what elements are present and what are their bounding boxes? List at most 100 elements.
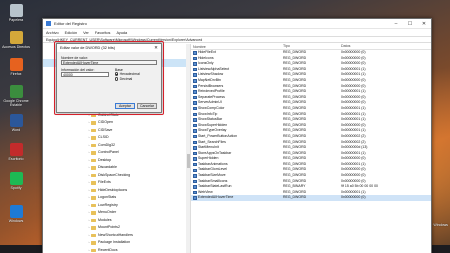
folder-icon: [91, 173, 96, 177]
reg-value-icon: [193, 118, 197, 122]
desktop-icon-label: Windows: [8, 219, 24, 223]
menu-bar: Archivo Edición Ver Favoritos Ayuda: [43, 29, 431, 36]
tree-item[interactable]: › MountPoints2: [43, 224, 190, 232]
desktop-icon-label: Spotify: [10, 186, 22, 190]
desktop-icon[interactable]: Spotify: [1, 172, 31, 190]
folder-icon: [91, 248, 96, 252]
tree-scroll-thumb[interactable]: [186, 154, 190, 168]
app-icon: [9, 85, 23, 98]
tree-item-label: DiskSpaceChecking: [98, 172, 131, 177]
tree-item-label: CLSID: [98, 135, 109, 139]
menu-item[interactable]: Ver: [83, 31, 89, 35]
folder-icon: [91, 128, 96, 132]
folder-icon: [91, 211, 96, 215]
app-icon: [9, 172, 23, 185]
tree-item[interactable]: › ComDlg32: [43, 142, 190, 150]
reg-value-icon: [193, 190, 197, 195]
folder-icon: [91, 158, 96, 162]
values-list: Nombre Tipo Datos HideFileExt REG_DWORD 0x…: [191, 44, 431, 253]
column-name[interactable]: Nombre: [191, 44, 283, 49]
tree-item-label: CIDOpen: [98, 120, 113, 124]
menu-item[interactable]: Ayuda: [116, 31, 127, 35]
folder-icon: [91, 136, 96, 140]
tree-item[interactable]: › Desktop: [43, 157, 190, 165]
reg-value-icon: [193, 51, 197, 55]
folder-icon: [91, 196, 96, 200]
folder-icon: [91, 166, 96, 170]
reg-value-icon: [193, 146, 197, 150]
column-type[interactable]: Tipo: [283, 44, 341, 49]
tree-item[interactable]: › LowRegistry: [43, 202, 190, 210]
regedit-icon: [46, 21, 51, 26]
close-icon[interactable]: ✕: [417, 19, 431, 29]
minimize-icon[interactable]: –: [389, 19, 403, 29]
desktop-icon-label: Firefox: [10, 72, 22, 76]
menu-item[interactable]: Favoritos: [95, 31, 111, 35]
reg-value-icon: [193, 185, 197, 189]
folder-icon: [91, 151, 96, 155]
reg-value-icon: [193, 123, 197, 128]
reg-value-icon: [193, 134, 197, 139]
tree-item[interactable]: › CLSID: [43, 134, 190, 142]
desktop-icon[interactable]: Papelera: [1, 4, 31, 22]
tree-item[interactable]: › CIDOpen: [43, 119, 190, 127]
tree-item[interactable]: › Discardable: [43, 164, 190, 172]
tree-item[interactable]: › CIDSave: [43, 127, 190, 135]
reg-value-icon: [193, 62, 197, 66]
reg-value-icon: [193, 162, 197, 167]
tree-item[interactable]: › Package Installation: [43, 239, 190, 247]
folder-icon: [91, 226, 96, 230]
maximize-icon[interactable]: ☐: [403, 19, 417, 29]
app-icon: [9, 143, 23, 156]
desktop-icon[interactable]: Firefox: [1, 58, 31, 76]
highlight-outline: [54, 41, 164, 115]
folder-icon: [91, 233, 96, 237]
window-titlebar: Editor del Registro – ☐ ✕: [43, 19, 431, 29]
app-icon: [9, 58, 23, 71]
app-icon: [9, 114, 23, 127]
tree-item[interactable]: › RecentDocs: [43, 247, 190, 253]
reg-value-icon: [193, 140, 197, 145]
tree-item-label: HideDesktopIcons: [98, 187, 128, 192]
tree-item[interactable]: › NewShortcutHandlers: [43, 232, 190, 240]
reg-value-icon: [193, 179, 197, 184]
tree-item-label: MountPoints2: [98, 225, 120, 229]
reg-value-icon: [193, 67, 197, 72]
value-row[interactable]: ExtendedUIHoverTime REG_DWORD 0x00000000 (…: [191, 195, 431, 202]
reg-value-icon: [193, 129, 197, 133]
desktop-icon[interactable]: Word: [1, 114, 31, 132]
reg-value-icon: [193, 112, 197, 117]
tree-item-label: LogonStats: [98, 195, 117, 199]
tree-item-label: Desktop: [98, 157, 112, 162]
tree-item[interactable]: › DiskSpaceChecking: [43, 172, 190, 180]
folder-icon: [91, 188, 96, 192]
reg-value-icon: [193, 196, 197, 200]
tree-item[interactable]: › LogonStats: [43, 194, 190, 202]
column-data[interactable]: Datos: [341, 44, 421, 49]
tree-item[interactable]: › HideDesktopIcons: [43, 187, 190, 195]
tree-item-label: Discardable: [98, 165, 117, 169]
folder-icon: [91, 181, 96, 185]
folder-icon: [91, 121, 96, 125]
folder-icon: [91, 218, 96, 222]
desktop-icon[interactable]: Accesos Directos: [1, 31, 31, 49]
menu-item[interactable]: Archivo: [46, 31, 59, 35]
app-icon: [9, 4, 23, 17]
desktop-icon[interactable]: Windows: [1, 205, 31, 223]
desktop-icon[interactable]: Escritorio: [1, 143, 31, 161]
tree-scrollbar[interactable]: [186, 44, 190, 253]
app-icon: [9, 205, 23, 218]
tree-item[interactable]: › Modules: [43, 217, 190, 225]
tree-item[interactable]: › ControlPanel: [43, 149, 190, 157]
desktop-icon[interactable]: Google Chrome Estable: [1, 85, 31, 107]
desktop-icon-label: Google Chrome Estable: [3, 99, 29, 107]
desktop-icon-label: Accesos Directos: [2, 45, 30, 49]
menu-item[interactable]: Edición: [65, 31, 77, 35]
reg-value-icon: [193, 101, 197, 105]
tree-item[interactable]: › FileExts: [43, 179, 190, 187]
tree-item[interactable]: › MenuOrder: [43, 209, 190, 217]
tree-item-label: Package Installation: [98, 240, 131, 244]
tree-item-label: ComDlg32: [98, 142, 115, 147]
tree-item-label: MenuOrder: [98, 210, 117, 214]
value-data: 0x00000000 (0): [341, 195, 366, 200]
